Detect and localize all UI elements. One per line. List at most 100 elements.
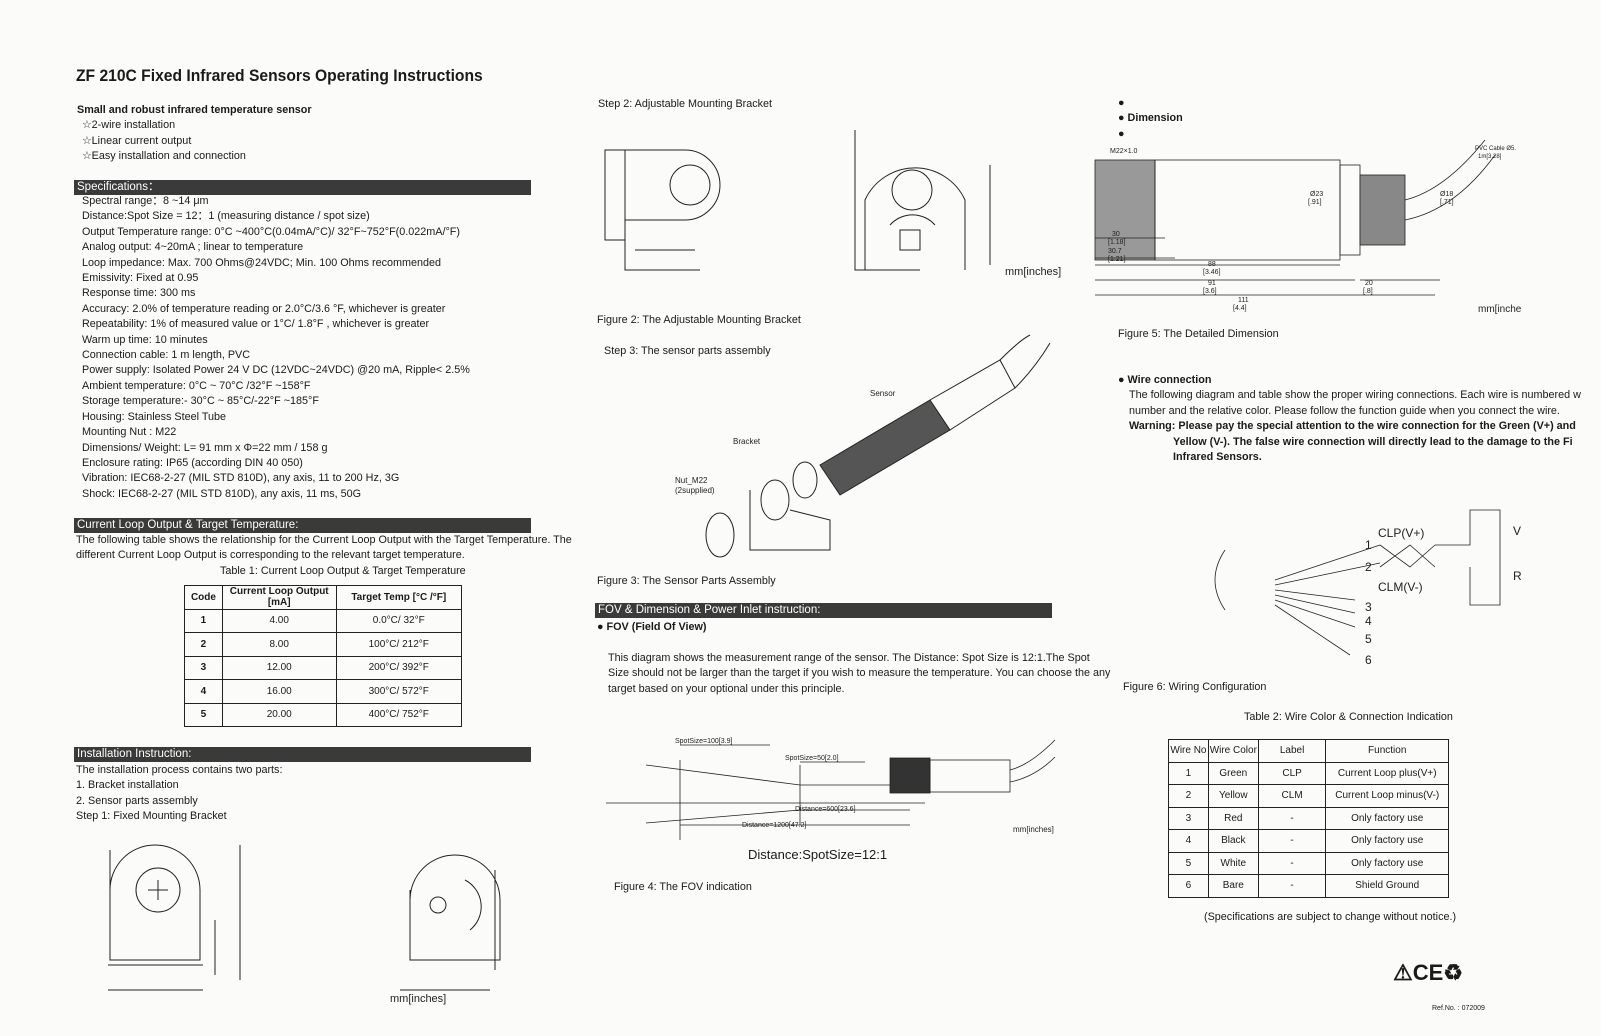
spec-item: Shock: IEC68-2-27 (MIL STD 810D), any ax…	[82, 487, 362, 500]
clp-label: CLP(V+)	[1378, 526, 1424, 540]
part-label: Bracket	[733, 437, 761, 446]
table-cell: CLM	[1257, 784, 1327, 808]
current-loop-heading: Current Loop Output & Target Temperature…	[74, 518, 531, 533]
wire-text: number and the relative color. Please fo…	[1129, 404, 1560, 417]
figure5-caption: Figure 5: The Detailed Dimension	[1118, 328, 1279, 340]
table-cell: Current Loop plus(V+)	[1325, 761, 1449, 785]
table-cell: 16.00	[221, 679, 337, 704]
table-cell: 3	[1168, 806, 1209, 830]
change-notice: (Specifications are subject to change wi…	[1204, 911, 1457, 923]
spec-item: Housing: Stainless Steel Tube	[82, 410, 227, 423]
dim-label: Ø23	[1310, 191, 1323, 198]
dim-label: 20	[1365, 280, 1373, 287]
wire-number: 1	[1365, 538, 1372, 552]
sensor-assembly-drawing: Sensor Bracket Nut_M22 (2supplied)	[675, 334, 1051, 558]
column-header: Wire No	[1168, 739, 1209, 763]
feature: ☆2-wire installation	[82, 119, 176, 132]
table-cell: -	[1257, 851, 1327, 875]
fov-label: Distance=600[23.6]	[795, 806, 856, 813]
table-row: 2 8.00 100°C/ 212°F	[184, 632, 462, 657]
spec-item: Output Temperature range: 0°C ~400°C(0.0…	[82, 225, 460, 238]
table1-caption: Table 1: Current Loop Output & Target Te…	[220, 565, 466, 577]
table-row: 4 16.00 300°C/ 572°F	[184, 679, 462, 704]
spec-item: Power supply: Isolated Power 24 V DC (12…	[82, 364, 470, 377]
column-header: Current Loop Output [mA]	[221, 585, 337, 610]
spec-item: Warm up time: 10 minutes	[82, 333, 208, 346]
dim-label: PVC Cable Ø5.	[1475, 146, 1516, 152]
column-header: Target Temp [°C /°F]	[335, 585, 462, 610]
table-row: 1 4.00 0.0°C/ 32°F	[184, 608, 462, 633]
spec-item: Analog output: 4~20mA ; linear to temper…	[82, 241, 304, 254]
fov-heading: FOV & Dimension & Power Inlet instructio…	[595, 603, 1052, 618]
part-label: Sensor	[870, 389, 896, 398]
adjustable-bracket-drawing: mm[inches]	[604, 130, 1061, 278]
installation-line: 1. Bracket installation	[76, 779, 179, 792]
units-label: mm[inche	[1478, 304, 1522, 315]
fov-label: SpotSize=50[2.0]	[785, 755, 839, 762]
dim-label: [1.21]	[1108, 256, 1126, 263]
fov-subheading-text: FOV (Field Of View)	[606, 621, 707, 633]
table-cell: 3	[184, 655, 223, 680]
current-loop-table: Code Current Loop Output [mA] Target Temp …	[184, 585, 462, 727]
fov-ratio: Distance:SpotSize=12:1	[748, 847, 888, 862]
table-cell: 1	[184, 608, 223, 633]
step2-label: Step 2: Adjustable Mounting Bracket	[598, 98, 773, 110]
table-row: 1 Green CLP Current Loop plus(V+)	[1168, 761, 1449, 785]
table-row: 5 20.00 400°C/ 752°F	[184, 702, 462, 727]
spec-item: Vibration: IEC68-2-27 (MIL STD 810D), an…	[82, 472, 400, 485]
table-cell: 8.00	[221, 632, 337, 657]
part-label: Nut_M22	[675, 476, 708, 485]
spec-item: Enclosure rating: IP65 (according DIN 40…	[82, 456, 303, 469]
fov-diagram: SpotSize=100[3.9] SpotSize=50[2.0] Dista…	[606, 738, 1056, 840]
table-cell: 2	[1168, 784, 1209, 808]
table-cell: -	[1257, 806, 1327, 830]
installation-line: Step 1: Fixed Mounting Bracket	[76, 810, 227, 823]
spec-item: Distance:Spot Size = 12：1 (measuring dis…	[82, 210, 370, 223]
figure3-caption: Figure 3: The Sensor Parts Assembly	[597, 575, 776, 587]
dim-label: [.71]	[1440, 199, 1454, 206]
table-cell: 100°C/ 212°F	[335, 632, 462, 657]
table-cell: Only factory use	[1325, 806, 1449, 830]
wire-subheading-text: Wire connection	[1127, 374, 1212, 386]
warning-text: Yellow (V-). The false wire connection w…	[1173, 435, 1573, 448]
document-title: ZF 210C Fixed Infrared Sensors Operating…	[76, 66, 483, 85]
installation-line: 2. Sensor parts assembly	[76, 794, 198, 807]
spec-item: Emissivity: Fixed at 0.95	[82, 272, 199, 285]
table-cell: 2	[184, 632, 223, 657]
wiring-diagram: CLP(V+) CLM(V-) V R 1 2 3 4 5 6	[1214, 509, 1522, 667]
dim-label: M22×1.0	[1110, 148, 1138, 155]
r-label: R	[1513, 569, 1522, 583]
dim-label: 30.7	[1108, 248, 1122, 255]
table-cell: 5	[184, 702, 223, 727]
fixed-bracket-drawing: mm[inches]	[108, 844, 501, 1005]
figure4-caption: Figure 4: The FOV indication	[614, 881, 752, 893]
table-cell: Only factory use	[1325, 851, 1449, 875]
feature: ☆Linear current output	[82, 134, 192, 147]
table2-caption: Table 2: Wire Color & Connection Indicat…	[1244, 711, 1453, 723]
dim-label: [3.6]	[1203, 288, 1217, 295]
spec-item: Repeatability: 1% of measured value or 1…	[82, 318, 430, 331]
dimension-subheading: ● Dimension	[1118, 112, 1183, 125]
dimension-subheading-text: Dimension	[1127, 112, 1183, 125]
dim-label: [1.18]	[1108, 239, 1126, 246]
column-header: Function	[1325, 739, 1449, 763]
fov-text: This diagram shows the measurement range…	[608, 652, 1090, 664]
table-cell: 4.00	[221, 608, 337, 633]
table-row: 2 Yellow CLM Current Loop minus(V-)	[1168, 784, 1449, 808]
figure2-caption: Figure 2: The Adjustable Mounting Bracke…	[597, 314, 801, 326]
table-cell: -	[1257, 829, 1327, 853]
fov-text: target based on your optional under this…	[608, 682, 845, 695]
wire-table: Wire No Wire Color Label Function 1 Green CLP C…	[1168, 739, 1449, 898]
dim-label: 111	[1238, 297, 1249, 304]
dim-label: 1m[3.28]	[1478, 154, 1502, 160]
table-cell: 4	[1168, 829, 1209, 853]
wire-number: 6	[1365, 653, 1372, 667]
intro-heading: Small and robust infrared temperature se…	[77, 104, 312, 116]
installation-heading: Installation Instruction:	[74, 747, 531, 762]
spec-item: Connection cable: 1 m length, PVC	[82, 349, 251, 362]
wire-number: 3	[1365, 600, 1372, 614]
part-label: (2supplied)	[675, 486, 715, 495]
units-label: mm[inches]	[1013, 825, 1054, 834]
wire-text: The following diagram and table show the…	[1129, 389, 1581, 402]
table-cell: 300°C/ 572°F	[335, 679, 462, 704]
